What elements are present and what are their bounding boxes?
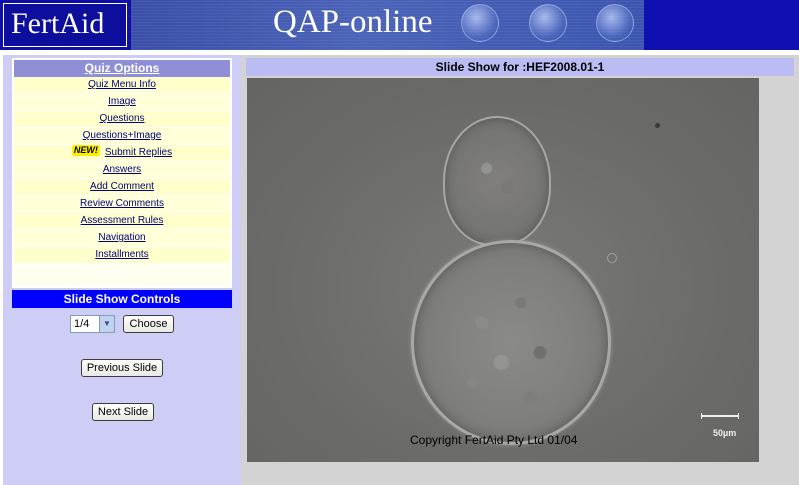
slide-select[interactable]: 1/4 ▼: [70, 315, 115, 333]
submit-replies-link[interactable]: NEW! Submit Replies: [14, 145, 230, 162]
cell-decoration-icon: [529, 4, 567, 42]
main-content: Slide Show for :HEF2008.01-1 50µm Copyri…: [241, 55, 799, 485]
quiz-item-label: Assessment Rules: [80, 215, 164, 226]
next-slide-button[interactable]: Next Slide: [92, 403, 154, 421]
questions-image-link[interactable]: Questions+Image: [14, 128, 230, 145]
embryo-slide-image: 50µm Copyright FertAid Pty Ltd 01/04: [247, 78, 759, 462]
debris-particle: [655, 123, 660, 128]
quiz-options-panel: Quiz Options Quiz Menu Info Image Questi…: [12, 58, 232, 288]
hatching-cell: [443, 116, 551, 246]
quiz-item-label: Quiz Menu Info: [88, 79, 156, 90]
left-panel: Quiz Options Quiz Menu Info Image Questi…: [3, 55, 241, 485]
fertaid-logo: FertAid: [3, 3, 127, 47]
add-comment-link[interactable]: Add Comment: [14, 179, 230, 196]
quiz-item-label: Answers: [102, 164, 142, 175]
image-link[interactable]: Image: [14, 94, 230, 111]
new-badge: NEW!: [71, 145, 100, 156]
header: FertAid QAP-online: [0, 0, 799, 50]
questions-link[interactable]: Questions: [14, 111, 230, 128]
quiz-menu-info-link[interactable]: Quiz Menu Info: [14, 77, 230, 94]
quiz-item-label: Installments: [95, 249, 149, 260]
slide-select-value: 1/4: [74, 318, 90, 330]
review-comments-link[interactable]: Review Comments: [14, 196, 230, 213]
quiz-item-label: Questions+Image: [82, 130, 162, 141]
quiz-options-title: Quiz Options: [14, 60, 230, 77]
header-filler: [644, 0, 799, 50]
image-copyright: Copyright FertAid Pty Ltd 01/04: [410, 433, 578, 447]
quiz-item-label: Image: [108, 96, 136, 107]
quiz-item-label: Questions: [99, 113, 145, 124]
choose-button[interactable]: Choose: [123, 315, 174, 333]
quiz-item-label: Navigation: [98, 232, 146, 243]
scale-bar: [701, 413, 739, 419]
cell-decoration-icon: [461, 4, 499, 42]
blastocyst-cell: [411, 240, 611, 445]
quiz-item-label: Submit Replies: [104, 147, 173, 158]
installments-link[interactable]: Installments: [14, 247, 230, 264]
debris-particle: [607, 253, 617, 263]
quiz-item-label: Add Comment: [90, 181, 154, 192]
chevron-down-icon[interactable]: ▼: [99, 316, 114, 332]
navigation-link[interactable]: Navigation: [14, 230, 230, 247]
slide-show-controls-title: Slide Show Controls: [12, 290, 232, 308]
previous-slide-button[interactable]: Previous Slide: [81, 359, 163, 377]
banner-title: QAP-online: [273, 4, 433, 40]
slide-title: Slide Show for :HEF2008.01-1: [246, 58, 794, 76]
qap-banner: QAP-online: [131, 0, 644, 50]
scale-label: 50µm: [713, 428, 737, 438]
quiz-item-label: Review Comments: [80, 198, 164, 209]
cell-decoration-icon: [596, 4, 634, 42]
answers-link[interactable]: Answers: [14, 162, 230, 179]
assessment-rules-link[interactable]: Assessment Rules: [14, 213, 230, 230]
